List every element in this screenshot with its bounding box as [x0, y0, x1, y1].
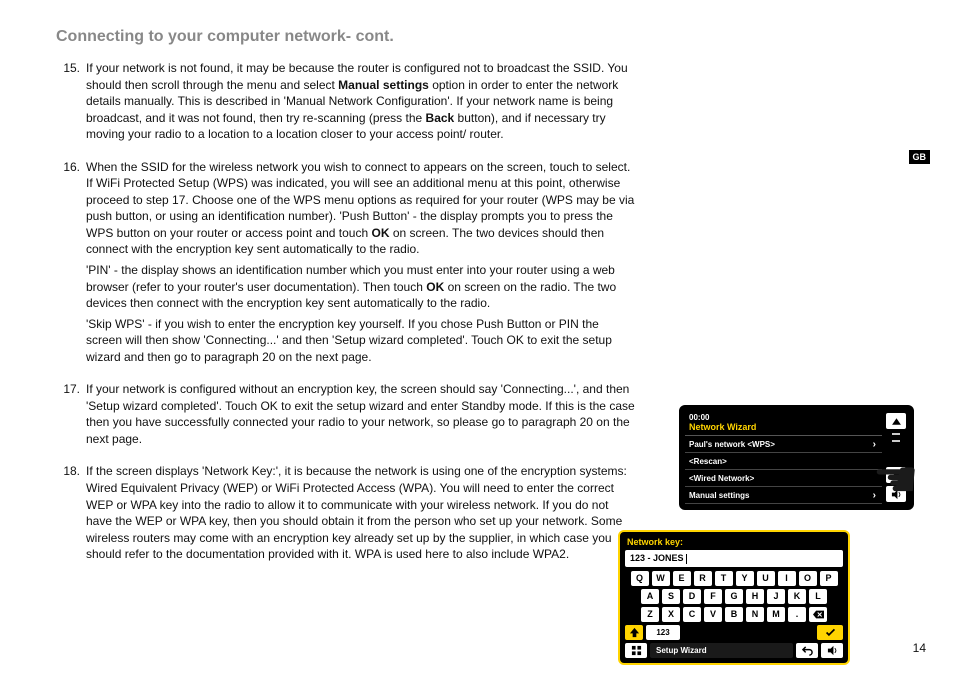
list-item-label: <Wired Network> [689, 474, 754, 483]
language-tab: GB [909, 150, 931, 164]
keyboard-key[interactable]: G [725, 589, 743, 604]
confirm-key[interactable] [817, 625, 843, 640]
keyboard-key[interactable]: X [662, 607, 680, 622]
paragraph: When the SSID for the wireless network y… [86, 159, 636, 258]
keyboard-key[interactable]: O [799, 571, 817, 586]
item-body: If your network is configured without an… [86, 381, 636, 451]
item-body: When the SSID for the wireless network y… [86, 159, 636, 370]
network-list-item[interactable]: Paul's network <WPS> › [685, 436, 882, 453]
keyboard-key[interactable]: D [683, 589, 701, 604]
list-item-label: <Rescan> [689, 457, 727, 466]
keyboard-key[interactable]: P [820, 571, 838, 586]
scroll-up-button[interactable] [886, 413, 906, 429]
keyboard-key[interactable]: J [767, 589, 785, 604]
scrollbar-mark [892, 433, 900, 435]
scroll-down-button[interactable] [886, 467, 906, 483]
keyboard-key[interactable]: Z [641, 607, 659, 622]
paragraph: 'PIN' - the display shows an identificat… [86, 262, 636, 312]
scrollbar-mark [892, 440, 900, 442]
keyboard-key[interactable]: U [757, 571, 775, 586]
chevron-right-icon: › [873, 439, 876, 450]
shift-key[interactable] [625, 625, 643, 640]
network-list-item[interactable]: <Wired Network> [685, 470, 882, 487]
keyboard-key[interactable]: I [778, 571, 796, 586]
paragraph: If your network is configured without an… [86, 381, 636, 447]
screen-title: Network Wizard [685, 422, 882, 435]
keyboard-key[interactable]: A [641, 589, 659, 604]
keyboard-key[interactable]: . [788, 607, 806, 622]
item-number: 16. [56, 159, 86, 370]
back-button[interactable] [796, 643, 818, 658]
network-list-item[interactable]: Manual settings › [685, 487, 882, 504]
speaker-button[interactable] [821, 643, 843, 658]
item-body: If the screen displays 'Network Key:', i… [86, 463, 636, 566]
paragraph: 'Skip WPS' - if you wish to enter the en… [86, 316, 636, 366]
section-title: Connecting to your computer network- con… [56, 28, 922, 46]
triangle-down-icon [891, 470, 902, 481]
clock-label: 00:00 [685, 411, 882, 422]
triangle-up-icon [891, 416, 902, 427]
backspace-key[interactable] [809, 607, 827, 622]
numeric-toggle-key[interactable]: 123 [646, 625, 680, 640]
keyboard-key[interactable]: H [746, 589, 764, 604]
shift-up-icon [629, 627, 640, 638]
keyboard-key[interactable]: E [673, 571, 691, 586]
item-number: 17. [56, 381, 86, 451]
keyboard-key[interactable]: F [704, 589, 722, 604]
item-body: If your network is not found, it may be … [86, 60, 636, 147]
page-number: 14 [913, 641, 926, 655]
check-icon [825, 627, 836, 638]
back-arrow-icon [802, 645, 813, 656]
item-number: 18. [56, 463, 86, 566]
grid-icon [631, 645, 642, 656]
device-screen-network-wizard: 00:00 Network Wizard Paul's network <WPS… [679, 405, 914, 510]
list-item-label: Paul's network <WPS> [689, 440, 775, 449]
keyboard-key[interactable]: Q [631, 571, 649, 586]
speaker-icon [827, 645, 838, 656]
speaker-button[interactable] [886, 486, 906, 502]
keyboard-key[interactable]: T [715, 571, 733, 586]
paragraph: If the screen displays 'Network Key:', i… [86, 463, 636, 562]
paragraph: If your network is not found, it may be … [86, 60, 636, 143]
network-list-item[interactable]: <Rescan> [685, 453, 882, 470]
keyboard-key[interactable]: N [746, 607, 764, 622]
keyboard-key[interactable]: B [725, 607, 743, 622]
list-item-label: Manual settings [689, 491, 749, 500]
keyboard-key[interactable]: C [683, 607, 701, 622]
backspace-icon [813, 609, 824, 620]
text-input-display[interactable]: 123 - JONES [625, 550, 843, 567]
breadcrumb-label: Setup Wizard [650, 643, 793, 658]
keyboard-key[interactable]: S [662, 589, 680, 604]
keyboard-key[interactable]: R [694, 571, 712, 586]
screen-title: Network key: [625, 537, 843, 550]
speaker-icon [891, 489, 902, 500]
body-text: 15.If your network is not found, it may … [56, 60, 636, 567]
keyboard-key[interactable]: M [767, 607, 785, 622]
keyboard-key[interactable]: K [788, 589, 806, 604]
keyboard-key[interactable]: W [652, 571, 670, 586]
device-screen-network-key: Network key: 123 - JONES QWERTYUIOP ASDFG… [618, 530, 850, 665]
keyboard-key[interactable]: Y [736, 571, 754, 586]
chevron-right-icon: › [873, 490, 876, 501]
keyboard-key[interactable]: L [809, 589, 827, 604]
input-value: 123 - JONES [630, 553, 684, 563]
keyboard-key[interactable]: V [704, 607, 722, 622]
menu-button[interactable] [625, 643, 647, 658]
item-number: 15. [56, 60, 86, 147]
